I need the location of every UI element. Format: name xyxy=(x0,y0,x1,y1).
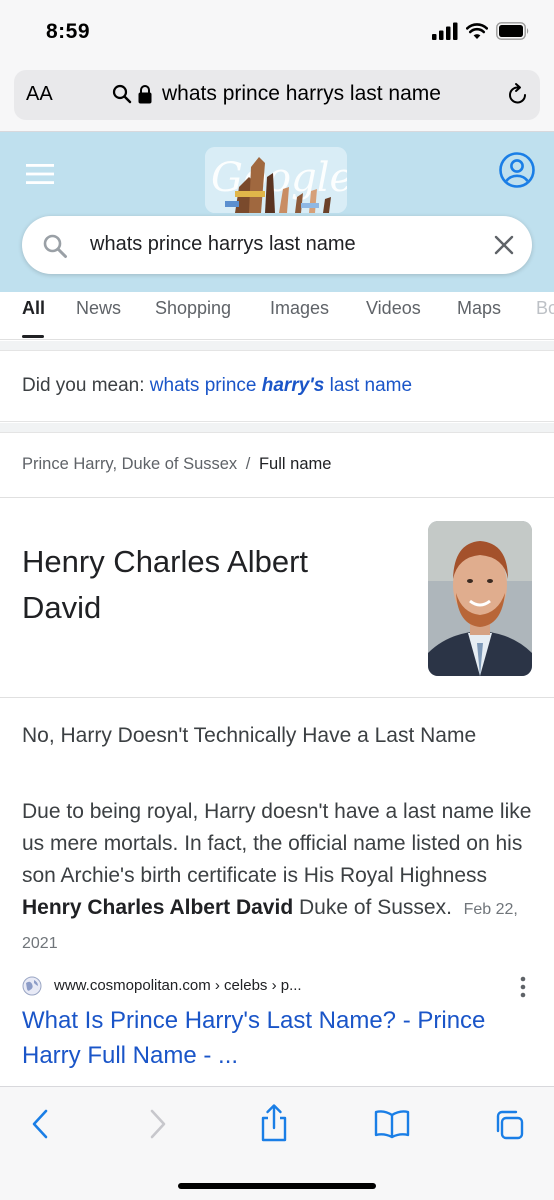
battery-icon xyxy=(496,22,529,40)
text-size-button[interactable]: AA xyxy=(26,83,53,106)
tabs-icon[interactable] xyxy=(493,1109,525,1141)
address-bar[interactable]: AA whats prince harrys last name xyxy=(14,70,540,120)
snippet-title: No, Harry Doesn't Technically Have a Las… xyxy=(22,724,477,747)
breadcrumb-entity[interactable]: Prince Harry, Duke of Sussex xyxy=(22,455,237,473)
reload-icon[interactable] xyxy=(506,82,530,108)
tab-shopping[interactable]: Shopping xyxy=(155,298,231,319)
breadcrumb-current: Full name xyxy=(258,455,332,473)
search-icon xyxy=(112,84,132,104)
section-gap xyxy=(0,341,554,350)
url-group[interactable]: whats prince harrys last name xyxy=(112,82,441,106)
tab-videos[interactable]: Videos xyxy=(366,298,421,319)
tab-maps[interactable]: Maps xyxy=(457,298,501,319)
lock-icon xyxy=(138,85,152,104)
breadcrumb: Prince Harry, Duke of Sussex / Full name xyxy=(22,455,331,474)
tab-news[interactable]: News xyxy=(76,298,121,319)
google-header: Google whats prince harrys last name xyxy=(0,132,554,292)
result-title-link[interactable]: What Is Prince Harry's Last Name? - Prin… xyxy=(22,1003,542,1073)
did-you-mean: Did you mean: whats prince harry's last … xyxy=(0,350,554,422)
featured-answer-card: Prince Harry, Duke of Sussex / Full name… xyxy=(0,432,554,1132)
tab-images[interactable]: Images xyxy=(270,298,329,319)
search-tabs: All News Shopping Images Videos Maps Bo xyxy=(0,292,554,340)
source-url[interactable]: www.cosmopolitan.com › celebs › p... xyxy=(54,977,302,994)
snippet-text: Due to being royal, Harry doesn't have a… xyxy=(22,800,532,887)
hamburger-menu-icon[interactable] xyxy=(26,164,54,184)
did-you-mean-text: Did you mean: whats prince harry's last … xyxy=(22,375,412,397)
more-options-icon[interactable] xyxy=(520,976,526,998)
snippet-body: Due to being royal, Harry doesn't have a… xyxy=(22,796,534,960)
wifi-icon xyxy=(466,23,488,39)
tab-active-indicator xyxy=(22,335,44,338)
url-text: whats prince harrys last name xyxy=(162,82,441,105)
divider xyxy=(0,697,554,698)
dym-post: last name xyxy=(324,375,413,396)
cellular-signal-icon xyxy=(432,22,458,40)
snippet-highlight: Henry Charles Albert David xyxy=(22,896,294,919)
portrait-image xyxy=(428,521,532,676)
source-row[interactable]: www.cosmopolitan.com › celebs › p... xyxy=(22,974,534,1000)
did-you-mean-link[interactable]: whats prince harry's last name xyxy=(150,375,412,396)
google-doodle-image: Google xyxy=(205,147,347,213)
clear-icon[interactable] xyxy=(492,233,516,257)
status-bar: 8:59 xyxy=(0,0,554,64)
status-icons xyxy=(432,22,530,40)
home-indicator xyxy=(178,1183,376,1189)
dym-pre: whats prince xyxy=(149,375,262,396)
globe-icon xyxy=(22,976,42,996)
search-icon xyxy=(43,234,67,258)
dym-bold: harry's xyxy=(261,375,325,396)
back-icon[interactable] xyxy=(28,1107,52,1141)
account-icon[interactable] xyxy=(498,151,536,189)
tab-books[interactable]: Bo xyxy=(536,298,554,319)
tab-all[interactable]: All xyxy=(22,298,45,319)
share-icon[interactable] xyxy=(258,1103,290,1143)
search-box[interactable]: whats prince harrys last name xyxy=(22,216,532,274)
svg-text:Google: Google xyxy=(211,155,347,201)
breadcrumb-separator: / xyxy=(245,455,251,473)
search-query[interactable]: whats prince harrys last name xyxy=(90,233,356,256)
section-gap xyxy=(0,423,554,432)
status-time: 8:59 xyxy=(46,20,91,43)
bookmarks-icon[interactable] xyxy=(374,1109,410,1139)
answer-title: Henry Charles Albert David xyxy=(22,544,309,625)
snippet-text-end: Duke of Sussex. xyxy=(293,896,452,919)
google-doodle[interactable]: Google xyxy=(205,147,347,213)
divider xyxy=(0,497,554,498)
forward-icon[interactable] xyxy=(146,1107,170,1141)
prince-harry-photo[interactable] xyxy=(428,521,532,676)
did-you-mean-prefix: Did you mean: xyxy=(22,375,145,396)
address-bar-area: AA whats prince harrys last name xyxy=(0,64,554,132)
